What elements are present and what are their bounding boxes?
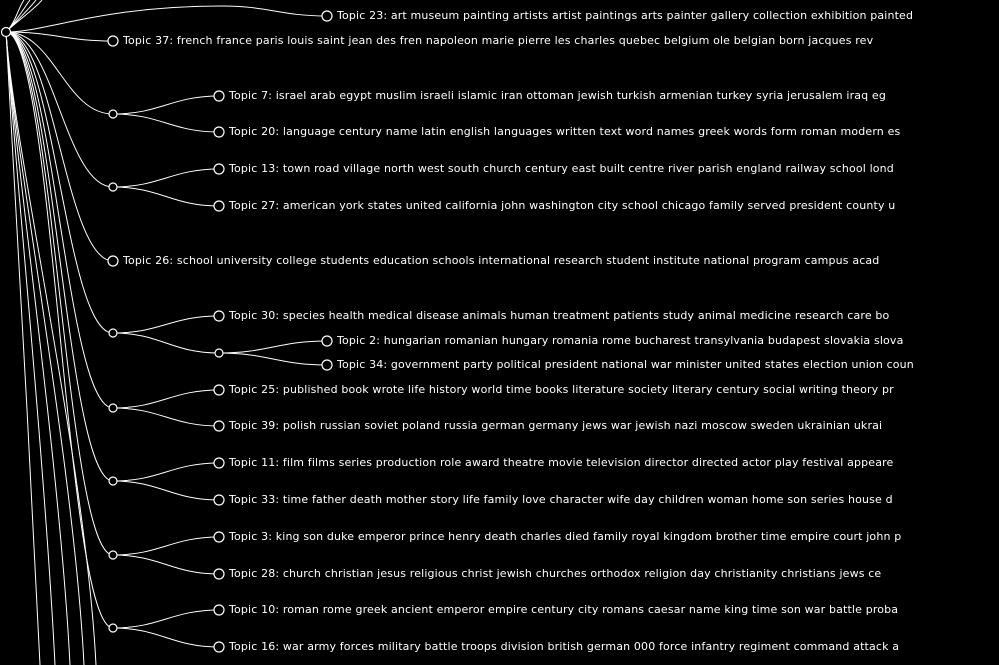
leaf-label-topic-39: Topic 39: polish russian soviet poland r… <box>229 419 883 432</box>
leaf-label-topic-30: Topic 30: species health medical disease… <box>229 309 890 322</box>
leaf-label-topic-28: Topic 28: church christian jesus religio… <box>229 567 882 580</box>
leaf-label-topic-26: Topic 26: school university college stud… <box>123 254 880 267</box>
leaf-labels: Topic 23: art museum painting artists ar… <box>0 0 999 665</box>
leaf-label-topic-16: Topic 16: war army forces military battl… <box>229 640 900 653</box>
leaf-label-topic-27: Topic 27: american york states united ca… <box>229 199 896 212</box>
topic-dendrogram: Topic 23: art museum painting artists ar… <box>0 0 999 665</box>
leaf-label-topic-13: Topic 13: town road village north west s… <box>229 162 894 175</box>
leaf-label-topic-25: Topic 25: published book wrote life hist… <box>229 383 894 396</box>
leaf-label-topic-34: Topic 34: government party political pre… <box>337 358 914 371</box>
leaf-label-topic-11: Topic 11: film films series production r… <box>229 456 894 469</box>
leaf-label-topic-20: Topic 20: language century name latin en… <box>229 125 901 138</box>
leaf-label-topic-2: Topic 2: hungarian romanian hungary roma… <box>337 334 904 347</box>
leaf-label-topic-23: Topic 23: art museum painting artists ar… <box>337 9 914 22</box>
leaf-label-topic-3: Topic 3: king son duke emperor prince he… <box>229 530 902 543</box>
leaf-label-topic-7: Topic 7: israel arab egypt muslim israel… <box>229 89 886 102</box>
leaf-label-topic-10: Topic 10: roman rome greek ancient emper… <box>229 603 899 616</box>
leaf-label-topic-33: Topic 33: time father death mother story… <box>229 493 893 506</box>
leaf-label-topic-37: Topic 37: french france paris louis sain… <box>123 34 874 47</box>
